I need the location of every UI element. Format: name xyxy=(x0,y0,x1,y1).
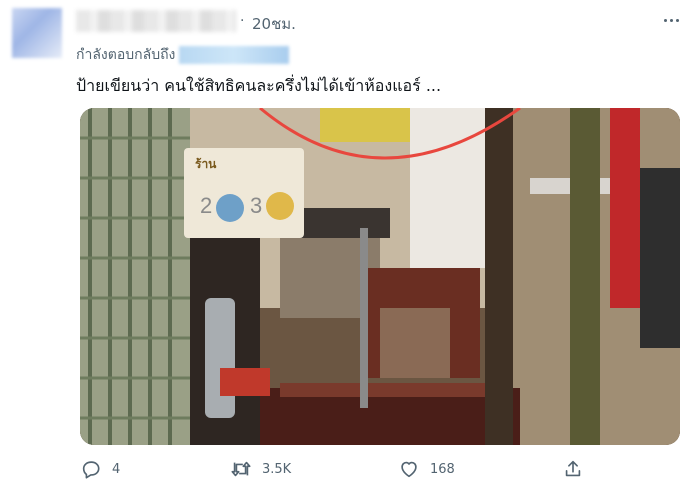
tweet-text: ป้ายเขียนว่า คนใช้สิทธิคนละครึ่งไม่ได้เข… xyxy=(76,76,442,95)
more-dot xyxy=(675,18,679,22)
more-dot xyxy=(669,18,673,22)
blurred-username[interactable] xyxy=(76,10,236,32)
tweet-actions: 4 3.5K 168 xyxy=(80,458,600,486)
retweet-button[interactable]: 3.5K xyxy=(230,458,291,480)
reply-button[interactable]: 4 xyxy=(80,458,120,480)
share-icon xyxy=(565,460,581,477)
reply-count: 4 xyxy=(112,461,121,477)
like-button[interactable]: 168 xyxy=(398,458,455,480)
separator-dot: · xyxy=(240,13,245,29)
avatar[interactable] xyxy=(12,8,62,58)
blurred-mention-link[interactable] xyxy=(179,46,290,64)
heart-icon xyxy=(401,461,417,478)
like-count: 168 xyxy=(430,461,455,477)
tweet-photo[interactable]: ร้าน 2 3 xyxy=(80,108,680,445)
tweet-timestamp[interactable]: 20ชม. xyxy=(252,12,296,36)
more-options-button[interactable] xyxy=(658,10,684,30)
reply-icon xyxy=(82,461,100,479)
svg-text:ร้าน: ร้าน xyxy=(195,157,217,171)
retweet-count: 3.5K xyxy=(262,461,292,477)
sign-number-2: 2 xyxy=(200,193,212,218)
more-horizontal-icon xyxy=(663,18,667,22)
retweet-icon xyxy=(231,461,251,477)
replying-to: กำลังตอบกลับถึง xyxy=(76,44,290,66)
replying-to-label: กำลังตอบกลับถึง xyxy=(76,47,176,63)
photo-scene: ร้าน 2 3 xyxy=(80,108,680,445)
share-button[interactable] xyxy=(562,458,584,480)
sign-number-3: 3 xyxy=(250,193,262,218)
